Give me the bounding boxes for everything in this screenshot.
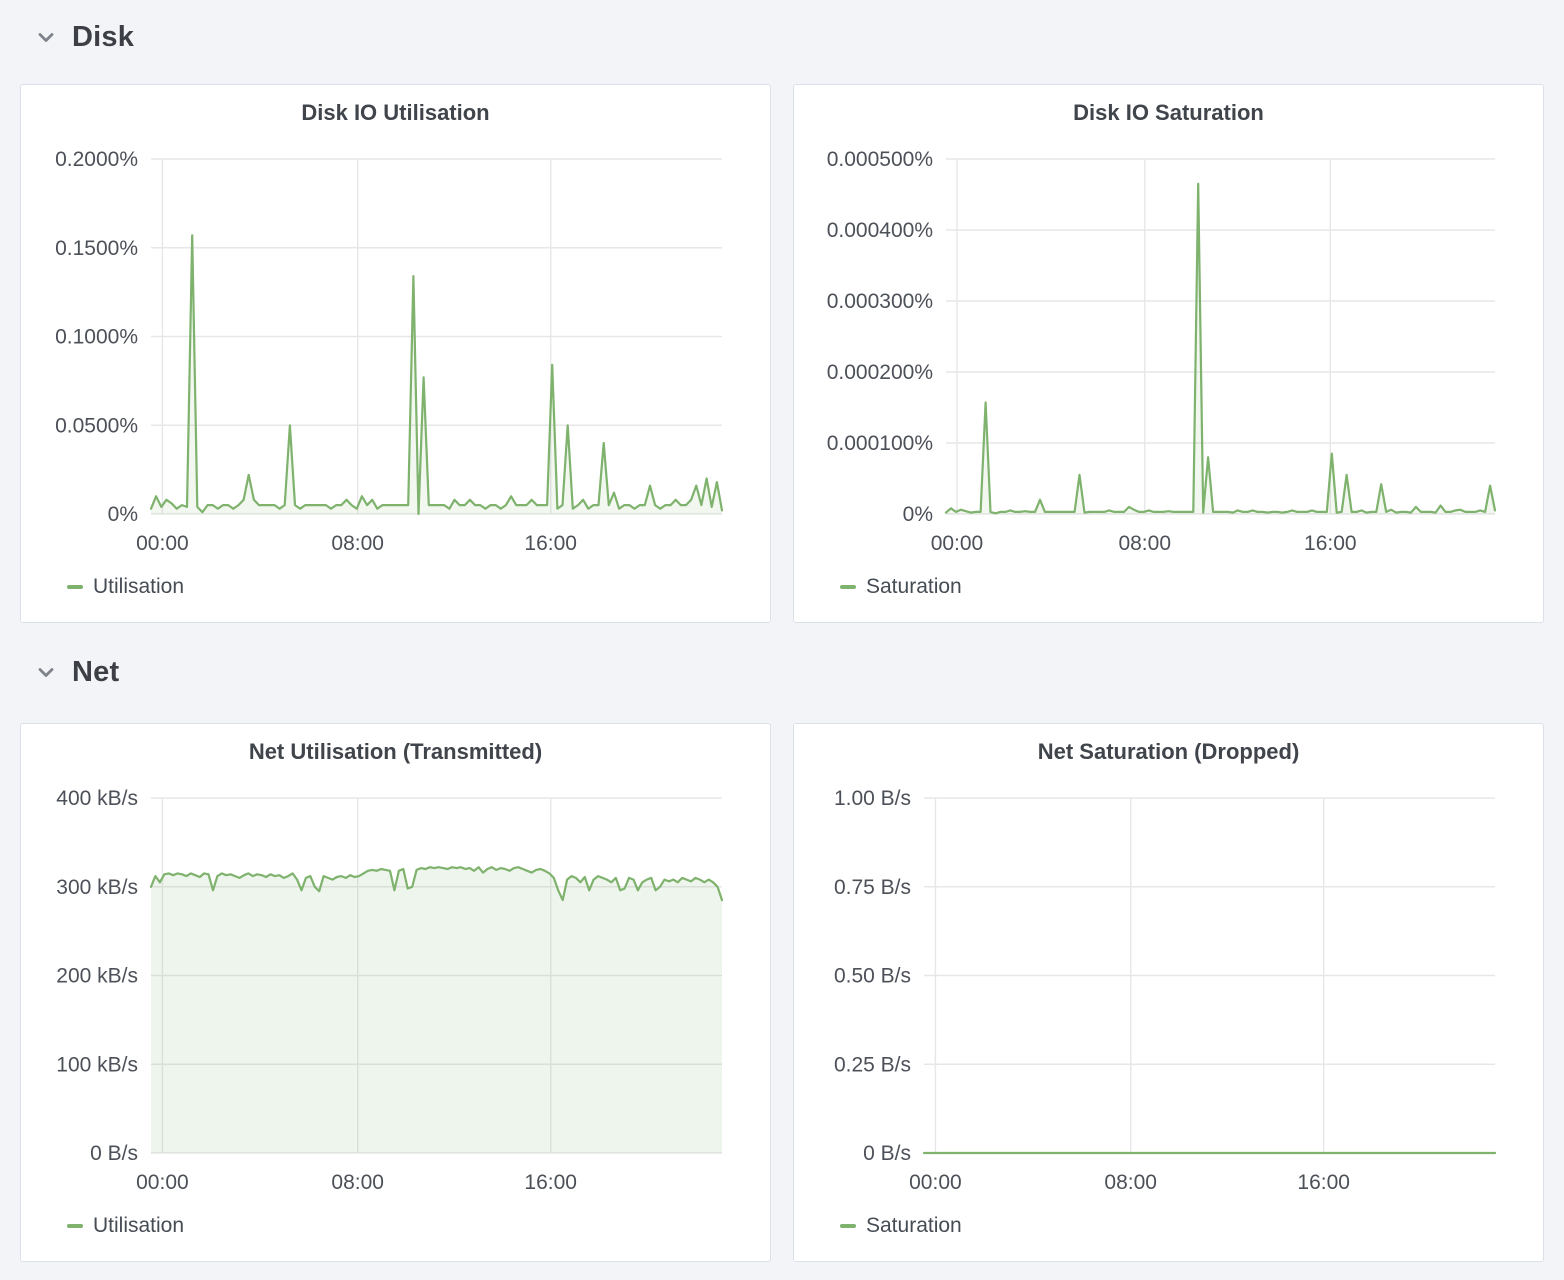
panel-net-utilisation: Net Utilisation (Transmitted) 400 kB/s 30… bbox=[20, 723, 771, 1262]
svg-text:0.1500%: 0.1500% bbox=[55, 237, 138, 260]
legend-series-swatch bbox=[67, 585, 83, 589]
panel-title[interactable]: Net Utilisation (Transmitted) bbox=[21, 738, 770, 766]
legend-label: Utilisation bbox=[93, 575, 184, 599]
svg-text:16:00: 16:00 bbox=[1297, 1171, 1350, 1194]
svg-text:00:00: 00:00 bbox=[136, 532, 189, 555]
svg-text:0.000200%: 0.000200% bbox=[827, 361, 933, 384]
svg-text:0.000500%: 0.000500% bbox=[827, 148, 933, 171]
svg-text:0.000400%: 0.000400% bbox=[827, 219, 933, 242]
legend-series-swatch bbox=[67, 1224, 83, 1228]
panel-net-saturation: Net Saturation (Dropped) 1.00 B/s 0.75 B/… bbox=[793, 723, 1544, 1262]
svg-text:16:00: 16:00 bbox=[1304, 532, 1357, 555]
svg-text:08:00: 08:00 bbox=[331, 532, 384, 555]
legend-item-saturation[interactable]: Saturation bbox=[840, 1214, 1543, 1238]
legend-series-swatch bbox=[840, 585, 856, 589]
svg-text:0.25 B/s: 0.25 B/s bbox=[834, 1053, 911, 1076]
svg-text:400 kB/s: 400 kB/s bbox=[56, 787, 138, 810]
disk-io-utilisation-chart[interactable]: 0.2000% 0.1500% 0.1000% 0.0500% 0% 00:00 08:00… bbox=[21, 139, 770, 559]
net-panels-row: Net Utilisation (Transmitted) 400 kB/s 30… bbox=[20, 723, 1544, 1262]
legend-label: Saturation bbox=[866, 1214, 962, 1238]
svg-text:08:00: 08:00 bbox=[331, 1171, 384, 1194]
svg-text:0.1000%: 0.1000% bbox=[55, 326, 138, 349]
section-title-net[interactable]: Net bbox=[72, 655, 119, 689]
panel-title[interactable]: Disk IO Saturation bbox=[794, 99, 1543, 127]
svg-text:0%: 0% bbox=[108, 503, 138, 526]
svg-text:1.00 B/s: 1.00 B/s bbox=[834, 787, 911, 810]
dashboard-page: Disk Disk IO Utilisation 0.2000%0.1500%0… bbox=[0, 0, 1564, 1262]
legend-item-saturation[interactable]: Saturation bbox=[840, 575, 1543, 599]
legend-series-swatch bbox=[840, 1224, 856, 1228]
svg-text:0.000100%: 0.000100% bbox=[827, 432, 933, 455]
svg-text:200 kB/s: 200 kB/s bbox=[56, 965, 138, 988]
svg-text:00:00: 00:00 bbox=[909, 1171, 962, 1194]
svg-text:0.2000%: 0.2000% bbox=[55, 148, 138, 171]
panel-disk-io-utilisation: Disk IO Utilisation 0.2000% 0.1500% 0.1000… bbox=[20, 84, 771, 623]
svg-text:16:00: 16:00 bbox=[524, 1171, 577, 1194]
svg-text:100 kB/s: 100 kB/s bbox=[56, 1053, 138, 1076]
chevron-down-icon[interactable] bbox=[34, 25, 58, 49]
svg-text:0.000300%: 0.000300% bbox=[827, 290, 933, 313]
section-header-net: Net bbox=[20, 623, 1544, 689]
legend-item-utilisation[interactable]: Utilisation bbox=[67, 575, 770, 599]
legend-item-utilisation[interactable]: Utilisation bbox=[67, 1214, 770, 1238]
svg-text:00:00: 00:00 bbox=[136, 1171, 189, 1194]
legend-label: Saturation bbox=[866, 575, 962, 599]
section-header-disk: Disk bbox=[20, 0, 1544, 54]
svg-text:0.0500%: 0.0500% bbox=[55, 414, 138, 437]
svg-text:0%: 0% bbox=[903, 503, 933, 526]
disk-io-saturation-chart[interactable]: 0.000500% 0.000400% 0.000300% 0.000200% 0.00… bbox=[794, 139, 1543, 559]
panel-title[interactable]: Net Saturation (Dropped) bbox=[794, 738, 1543, 766]
legend-label: Utilisation bbox=[93, 1214, 184, 1238]
net-utilisation-chart[interactable]: 400 kB/s 300 kB/s 200 kB/s 100 kB/s 0 B/s 00:… bbox=[21, 778, 770, 1198]
net-saturation-chart[interactable]: 1.00 B/s 0.75 B/s 0.50 B/s 0.25 B/s 0 B/s 00:… bbox=[794, 778, 1543, 1198]
svg-text:08:00: 08:00 bbox=[1118, 532, 1171, 555]
panel-title[interactable]: Disk IO Utilisation bbox=[21, 99, 770, 127]
svg-text:08:00: 08:00 bbox=[1104, 1171, 1157, 1194]
panel-disk-io-saturation: Disk IO Saturation 0.000500%0.000400%0.0… bbox=[793, 84, 1544, 623]
chevron-down-icon[interactable] bbox=[34, 660, 58, 684]
svg-text:0.50 B/s: 0.50 B/s bbox=[834, 965, 911, 988]
svg-text:0 B/s: 0 B/s bbox=[863, 1142, 911, 1165]
svg-text:16:00: 16:00 bbox=[524, 532, 577, 555]
disk-panels-row: Disk IO Utilisation 0.2000% 0.1500% 0.1000… bbox=[20, 84, 1544, 623]
svg-text:0.75 B/s: 0.75 B/s bbox=[834, 876, 911, 899]
section-title-disk[interactable]: Disk bbox=[72, 20, 134, 54]
svg-text:00:00: 00:00 bbox=[931, 532, 984, 555]
svg-text:0 B/s: 0 B/s bbox=[90, 1142, 138, 1165]
svg-text:300 kB/s: 300 kB/s bbox=[56, 876, 138, 899]
